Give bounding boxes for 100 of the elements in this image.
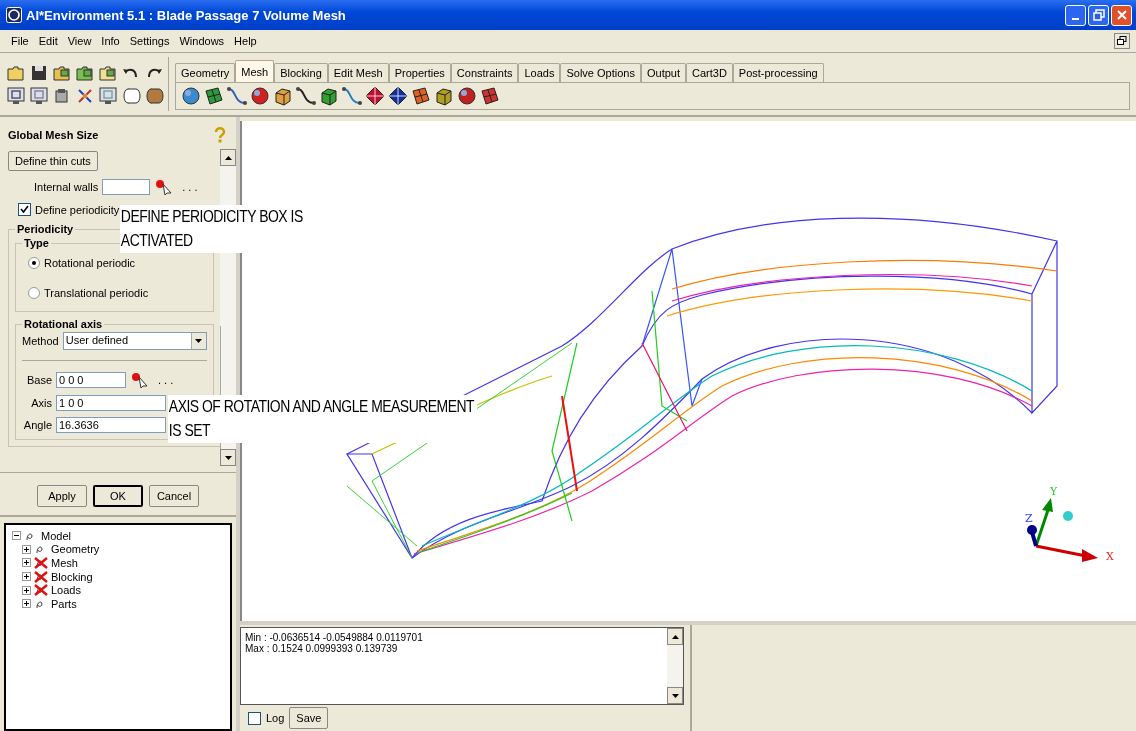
browse-dots[interactable]: . . .	[154, 374, 174, 386]
angle-field[interactable]: 16.3636	[56, 417, 166, 433]
group-title: Type	[23, 237, 50, 249]
menu-item[interactable]: View	[62, 35, 97, 47]
tab[interactable]: Loads	[518, 63, 561, 82]
field-label: Axis	[30, 397, 52, 409]
scroll-down-icon[interactable]	[224, 455, 232, 460]
scrollbar[interactable]	[667, 628, 683, 704]
checkbox[interactable]	[248, 711, 261, 725]
log-line: Max : 0.1524 0.0999393 0.139739	[245, 643, 399, 654]
pick-cursor-icon[interactable]	[130, 371, 150, 389]
menu-item[interactable]: File	[6, 35, 34, 47]
annotation-note: AXIS OF ROTATION AND ANGLE MEASUREMENT IS SET	[168, 395, 478, 443]
annotation-note: DEFINE PERIODICITY BOX IS ACTIVATED	[120, 205, 306, 253]
scroll-up-icon[interactable]	[671, 634, 679, 639]
restore-window-button[interactable]	[1114, 33, 1130, 49]
field-label: Internal walls	[34, 181, 99, 193]
expander-icon[interactable]	[22, 558, 31, 568]
menu-item[interactable]: Edit	[33, 35, 63, 47]
dialog-button[interactable]: Apply	[37, 485, 87, 507]
tab[interactable]: Mesh	[235, 60, 275, 82]
menu-item[interactable]: Settings	[124, 35, 175, 47]
save-button[interactable]: Save	[289, 707, 329, 729]
app-logo-icon	[6, 7, 22, 23]
folder-grid-icon[interactable]	[75, 63, 95, 83]
mesh-cube-icon[interactable]	[433, 85, 455, 107]
zoom-box-icon[interactable]	[29, 86, 49, 106]
define-thin-cuts-button[interactable]: Define thin cuts	[8, 151, 98, 171]
field-label: Angle	[22, 419, 52, 431]
window-title: AI*Environment 5.1 : Blade Passage 7 Volume Mesh	[26, 7, 346, 23]
diamond-icon[interactable]	[387, 85, 409, 107]
expander-icon[interactable]	[22, 572, 31, 582]
base-field[interactable]: 0 0 0	[56, 372, 126, 388]
curve-points-icon[interactable]	[226, 85, 248, 107]
tree-item[interactable]: Parts	[51, 597, 77, 610]
refresh-view-icon[interactable]	[98, 86, 118, 106]
internal-walls-field[interactable]	[102, 179, 151, 195]
tab[interactable]: Constraints	[450, 63, 519, 82]
tab[interactable]: Properties	[388, 63, 451, 82]
tab[interactable]: Output	[640, 63, 686, 82]
cube-icon[interactable]	[318, 85, 340, 107]
panel-title: Global Mesh Size	[8, 129, 99, 141]
minimize-button[interactable]	[1065, 4, 1086, 26]
tab[interactable]: Blocking	[274, 63, 328, 82]
expander-icon[interactable]	[22, 585, 31, 595]
group-title: Rotational axis	[23, 318, 104, 330]
tree-item[interactable]: Model	[41, 529, 71, 542]
tab[interactable]: Post-processing	[732, 63, 824, 82]
group-title: Periodicity	[16, 223, 75, 235]
grid-icon[interactable]	[410, 85, 432, 107]
radio-label: Translational periodic	[44, 287, 149, 299]
menu-item[interactable]: Windows	[174, 35, 230, 47]
radio-label: Rotational periodic	[44, 257, 136, 269]
axis-field[interactable]: 1 0 0	[56, 395, 166, 411]
tab[interactable]: Edit Mesh	[327, 63, 389, 82]
axis-label: Z	[1025, 512, 1033, 525]
checkbox[interactable]	[18, 203, 31, 216]
scroll-down-icon[interactable]	[671, 693, 679, 698]
close-icon	[1115, 9, 1128, 21]
tree-item[interactable]: Loads	[51, 584, 81, 597]
radio-button[interactable]	[28, 257, 40, 269]
tree-item[interactable]: Mesh	[51, 557, 78, 569]
axis-label: X	[1106, 550, 1114, 563]
folder-wire-icon[interactable]	[98, 63, 118, 83]
checkbox-label: Log	[266, 712, 285, 724]
dialog-button[interactable]: Cancel	[149, 485, 199, 507]
scroll-up-icon[interactable]	[224, 155, 232, 160]
visibility-icon[interactable]	[34, 584, 48, 597]
method-dropdown[interactable]: User defined	[62, 332, 207, 350]
minimize-icon	[1072, 17, 1079, 20]
expander-icon[interactable]	[12, 531, 21, 541]
checkbox-label: Define periodicity	[35, 203, 120, 216]
expander-icon[interactable]	[22, 599, 31, 609]
surface-grid-icon[interactable]	[203, 85, 225, 107]
restore-button[interactable]	[1088, 4, 1109, 26]
menu-item[interactable]: Info	[96, 35, 125, 47]
field-label: Method	[22, 335, 59, 347]
visibility-icon[interactable]	[34, 557, 48, 569]
close-button[interactable]	[1111, 4, 1132, 26]
expander-icon[interactable]	[22, 544, 31, 554]
radio-button[interactable]	[28, 287, 40, 299]
restore-icon	[1092, 9, 1105, 21]
tab[interactable]: Geometry	[175, 63, 236, 82]
pick-cursor-icon[interactable]	[154, 178, 175, 196]
tree-item[interactable]: Blocking	[51, 570, 93, 583]
sphere-icon[interactable]	[456, 85, 478, 107]
caret-icon	[195, 339, 203, 343]
folder-icon[interactable]	[6, 63, 26, 83]
browse-dots[interactable]: . . .	[178, 181, 198, 193]
tab[interactable]: Solve Options	[560, 63, 641, 82]
field-label: Base	[25, 374, 52, 386]
visibility-icon[interactable]	[34, 570, 48, 583]
fit-view-icon[interactable]	[6, 86, 26, 106]
tree-item[interactable]: Geometry	[51, 543, 100, 556]
curve-icon[interactable]	[341, 85, 363, 107]
menu-item[interactable]: Help	[229, 35, 262, 47]
dialog-button[interactable]: OK	[93, 485, 143, 507]
tab[interactable]: Cart3D	[686, 63, 733, 82]
folder-cube-icon[interactable]	[52, 63, 72, 83]
globe-icon[interactable]	[180, 85, 202, 107]
